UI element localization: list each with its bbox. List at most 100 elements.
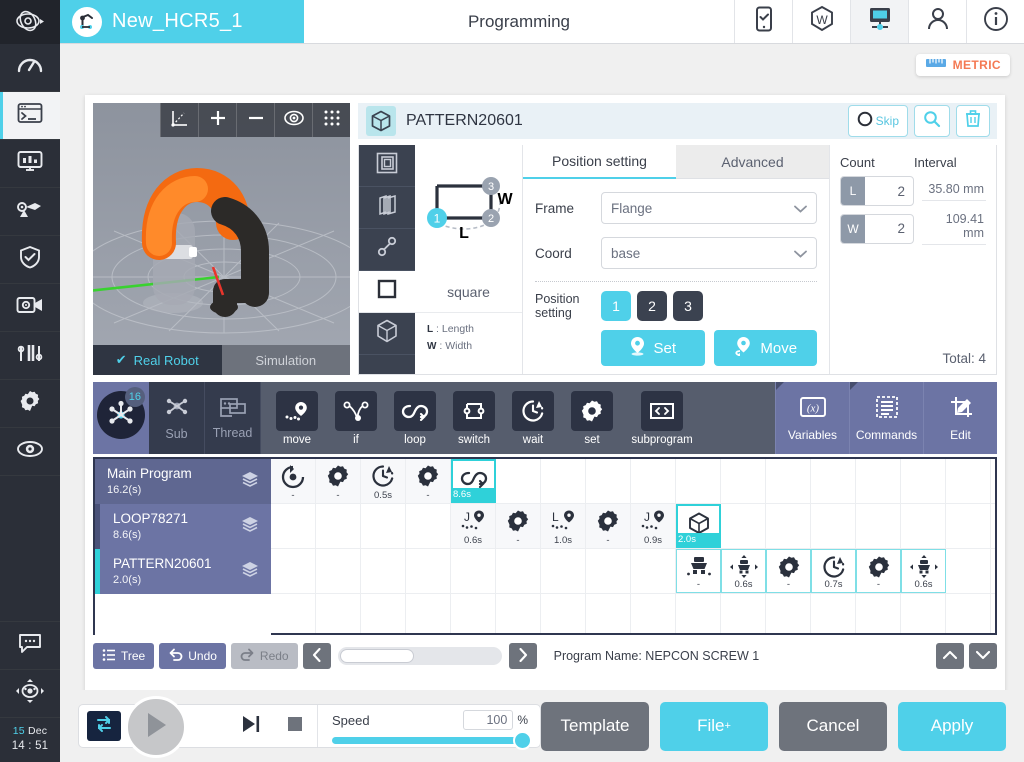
cell-empty[interactable] <box>721 504 766 548</box>
cancel-button[interactable]: Cancel <box>779 702 887 751</box>
sidebar-item-settings[interactable] <box>0 380 60 428</box>
cell-set[interactable]: - <box>496 504 541 548</box>
command-if[interactable]: if <box>330 391 382 446</box>
cell-empty[interactable] <box>811 594 856 633</box>
cell-empty[interactable] <box>676 459 721 503</box>
scroll-up-button[interactable] <box>936 643 964 669</box>
cell-empty[interactable] <box>946 549 991 593</box>
sidebar-item-status[interactable] <box>0 140 60 188</box>
cell-empty[interactable] <box>901 594 946 633</box>
cell-empty[interactable] <box>901 459 946 503</box>
move-button[interactable]: Move <box>714 330 818 366</box>
scroll-down-button[interactable] <box>969 643 997 669</box>
cell-empty[interactable] <box>361 594 406 633</box>
delete-button[interactable] <box>956 105 990 137</box>
count-input-l[interactable]: L 2 <box>840 176 914 206</box>
info-button[interactable] <box>966 0 1024 43</box>
layers-icon[interactable] <box>241 471 271 492</box>
node-root-button[interactable]: 16 <box>93 382 149 454</box>
metric-badge[interactable]: METRIC <box>916 54 1010 76</box>
grid-view-button[interactable] <box>312 103 350 137</box>
search-button[interactable] <box>914 105 950 137</box>
cell-empty[interactable] <box>901 504 946 548</box>
monitor-connected-button[interactable] <box>850 0 908 43</box>
set-button[interactable]: Set <box>601 330 705 366</box>
commands-button[interactable]: Commands <box>849 382 923 454</box>
teach-pendant-button[interactable] <box>734 0 792 43</box>
tab-simulation[interactable]: Simulation <box>222 345 351 375</box>
eye-view-button[interactable] <box>274 103 312 137</box>
position-button-1[interactable]: 1 <box>601 291 631 321</box>
cell-empty[interactable] <box>271 594 316 633</box>
sidebar-item-jog[interactable] <box>0 670 60 718</box>
tree-button[interactable]: Tree <box>93 643 154 669</box>
position-button-2[interactable]: 2 <box>637 291 667 321</box>
cell-empty[interactable] <box>946 594 991 633</box>
cell-empty[interactable] <box>406 504 451 548</box>
cell-jog[interactable]: 0.6s <box>901 549 946 593</box>
cell-empty[interactable] <box>496 459 541 503</box>
robot-3d-viewport[interactable]: ✔ Real Robot Simulation <box>93 103 350 375</box>
cell-empty[interactable] <box>406 594 451 633</box>
apply-button[interactable]: Apply <box>898 702 1006 751</box>
zoom-out-button[interactable] <box>236 103 274 137</box>
cell-set[interactable]: - <box>406 459 451 503</box>
redo-button[interactable]: Redo <box>231 643 298 669</box>
undo-button[interactable]: Undo <box>159 643 226 669</box>
sidebar-item-tuning[interactable] <box>0 332 60 380</box>
table-row[interactable]: LOOP78271 8.6(s) <box>95 504 271 549</box>
scrollbar-thumb[interactable] <box>340 649 414 663</box>
edit-button[interactable]: Edit <box>923 382 997 454</box>
cell-empty[interactable] <box>856 459 901 503</box>
cell-empty[interactable] <box>946 459 991 503</box>
horizontal-scrollbar[interactable] <box>338 647 502 665</box>
workcell-button[interactable]: W <box>792 0 850 43</box>
play-button[interactable] <box>125 696 187 758</box>
cell-empty[interactable] <box>586 549 631 593</box>
cell-gripper[interactable]: - <box>676 549 721 593</box>
cell-empty[interactable] <box>406 549 451 593</box>
cell-empty[interactable] <box>811 459 856 503</box>
step-button[interactable] <box>229 714 273 739</box>
speed-slider-knob[interactable] <box>513 731 532 750</box>
cell-empty[interactable] <box>271 549 316 593</box>
table-row[interactable]: Main Program 16.2(s) <box>95 459 271 504</box>
company-logo[interactable] <box>0 0 60 44</box>
sidebar-item-safety[interactable] <box>0 236 60 284</box>
cell-empty[interactable] <box>721 594 766 633</box>
file-button[interactable]: File+ <box>660 702 768 751</box>
user-account-button[interactable] <box>908 0 966 43</box>
cell-jog[interactable]: 0.6s <box>721 549 766 593</box>
cell-empty[interactable] <box>271 504 316 548</box>
command-move[interactable]: move <box>271 391 323 446</box>
cell-empty[interactable] <box>541 549 586 593</box>
cell-empty[interactable] <box>451 594 496 633</box>
cell-empty[interactable] <box>631 459 676 503</box>
square-shape-button[interactable] <box>359 271 415 313</box>
cell-empty[interactable] <box>361 549 406 593</box>
cell-empty[interactable] <box>766 459 811 503</box>
cell-move-l[interactable]: L 1.0s <box>541 504 586 548</box>
sidebar-item-dashboard[interactable] <box>0 44 60 92</box>
next-button[interactable] <box>509 643 537 669</box>
cell-empty[interactable] <box>586 459 631 503</box>
table-row[interactable]: PATTERN20601 2.0(s) <box>95 549 271 594</box>
command-switch[interactable]: switch <box>448 391 500 446</box>
prev-button[interactable] <box>303 643 331 669</box>
sub-button[interactable]: Sub <box>149 382 205 454</box>
sidebar-item-vision[interactable] <box>0 284 60 332</box>
sidebar-item-support[interactable] <box>0 622 60 670</box>
cell-loop[interactable]: 8.6s <box>451 459 496 503</box>
cell-pattern[interactable]: 2.0s <box>676 504 721 548</box>
command-wait[interactable]: wait <box>507 391 559 446</box>
speed-value-input[interactable]: 100 <box>463 710 513 730</box>
table-row[interactable] <box>95 594 271 639</box>
frame-select[interactable]: Flange <box>601 192 817 224</box>
cube-3d-button[interactable] <box>359 313 415 355</box>
stop-button[interactable] <box>273 715 317 738</box>
cell-empty[interactable] <box>541 459 586 503</box>
cell-empty[interactable] <box>631 594 676 633</box>
program-tab[interactable]: New_HCR5_1 <box>60 0 304 43</box>
cell-empty[interactable] <box>856 504 901 548</box>
zoom-in-button[interactable] <box>198 103 236 137</box>
